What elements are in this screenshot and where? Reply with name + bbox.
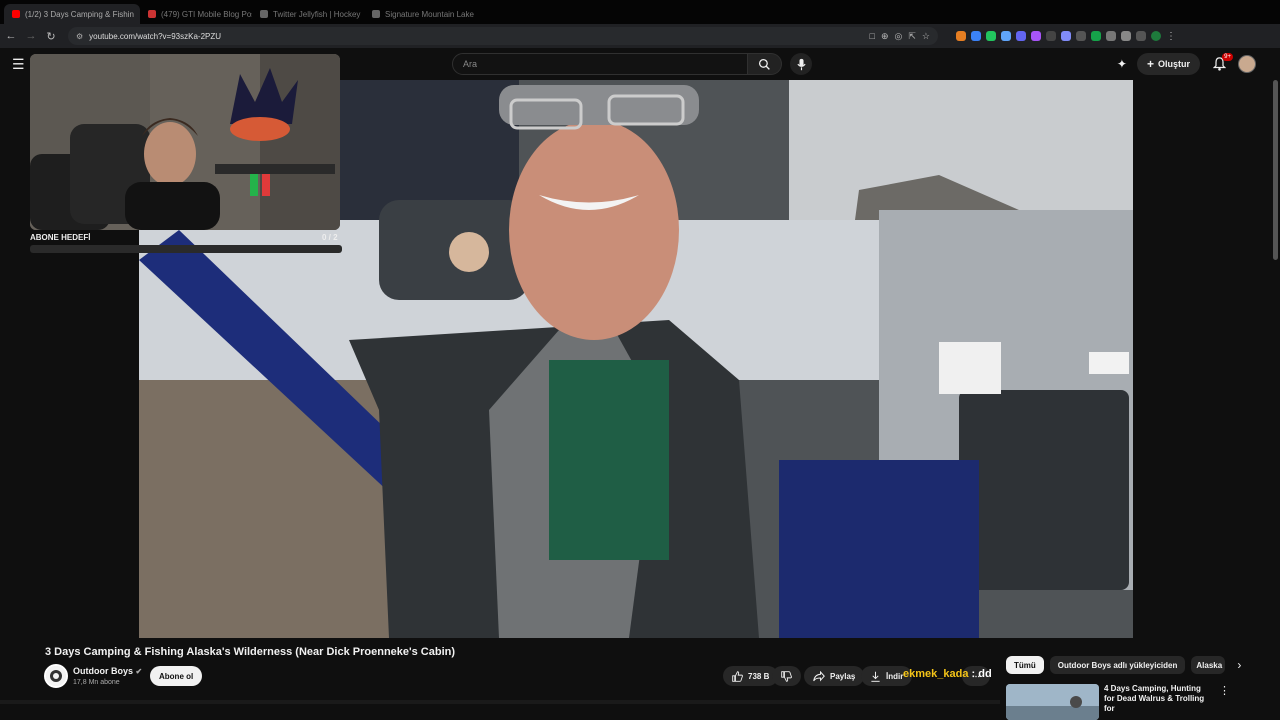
extension-icon[interactable] (1016, 31, 1026, 41)
puzzle-icon[interactable] (1121, 31, 1131, 41)
thumbs-down-icon (781, 670, 792, 682)
account-avatar[interactable] (1238, 55, 1256, 73)
subscribe-button[interactable]: Abone ol (150, 666, 203, 686)
profile-icon[interactable] (1151, 31, 1161, 41)
channel-name[interactable]: Outdoor Boys ✔ (73, 666, 142, 676)
browser-tab[interactable]: (479) GTI Mobile Blog Post (140, 4, 252, 24)
chip-alaska[interactable]: Alaska (1191, 656, 1226, 674)
browser-toolbar: ← → ↻ ⚙ youtube.com/watch?v=93szKa-2PZU … (0, 24, 1280, 48)
channel-logo-icon (46, 666, 66, 686)
youtube-favicon-icon (12, 10, 20, 18)
cast-button-icon[interactable]: ✦ (1117, 57, 1127, 71)
extension-icon[interactable] (1061, 31, 1071, 41)
extension-icon[interactable] (1091, 31, 1101, 41)
browser-menu-icon[interactable]: ⋮ (1166, 31, 1176, 42)
hamburger-menu-icon[interactable]: ☰ (12, 56, 25, 73)
video-title: 3 Days Camping & Fishing Alaska's Wilder… (45, 646, 456, 658)
extension-icon[interactable] (1106, 31, 1116, 41)
subscriber-goal-label: ABONE HEDEFİ (30, 233, 91, 242)
forward-arrow-icon[interactable]: → (22, 27, 40, 45)
browser-tab[interactable]: Signature Mountain Lake (364, 4, 476, 24)
share-arrow-icon (813, 670, 825, 682)
extensions-row: ⋮ (956, 31, 1176, 42)
browser-tab[interactable]: Twitter Jellyfish | Hockey (252, 4, 364, 24)
url-text: youtube.com/watch?v=93szKa-2PZU (89, 31, 222, 41)
channel-avatar[interactable] (44, 664, 68, 688)
extension-icon[interactable] (1031, 31, 1041, 41)
notifications-button[interactable]: 9+ (1210, 53, 1233, 73)
extension-icon[interactable] (986, 31, 996, 41)
browser-tab-active[interactable]: (1/2) 3 Days Camping & Fishin (4, 4, 140, 24)
tab-favicon-icon (260, 10, 268, 18)
verified-check-icon: ✔ (135, 667, 143, 676)
notification-badge: 9+ (1222, 53, 1233, 61)
chip-from-uploader[interactable]: Outdoor Boys adlı yükleyiciden (1049, 656, 1186, 674)
cast-icon[interactable]: □ (870, 31, 875, 41)
chevron-right-icon[interactable]: › (1237, 658, 1241, 672)
download-icon (871, 671, 880, 682)
address-bar[interactable]: ⚙ youtube.com/watch?v=93szKa-2PZU □ ⊕ ◎ … (68, 27, 938, 45)
extension-icon[interactable] (956, 31, 966, 41)
recommendation-more-icon[interactable]: ⋮ (1219, 684, 1230, 697)
bookmark-star-icon[interactable]: ☆ (922, 31, 930, 42)
eye-off-icon[interactable]: ◎ (895, 31, 903, 42)
subscriber-count: 17,8 Mn abone (73, 679, 120, 686)
sidebar-icon[interactable] (1136, 31, 1146, 41)
thumbs-up-icon (732, 670, 743, 682)
microphone-icon (796, 58, 806, 70)
subscriber-goal-count: 0 / 2 (322, 233, 338, 242)
page-scrollbar[interactable] (1273, 80, 1278, 260)
reload-icon[interactable]: ↻ (42, 27, 60, 45)
chat-username: ekmek_kada (903, 668, 969, 680)
share-icon[interactable]: ⇱ (908, 31, 916, 42)
header-actions: ✦ + Oluştur 9+ (1117, 53, 1256, 75)
thumbnail-image (1006, 684, 1099, 720)
browser-tab-strip: (1/2) 3 Days Camping & Fishin (479) GTI … (0, 0, 1280, 24)
search-icon (758, 58, 770, 70)
chip-all[interactable]: Tümü (1006, 656, 1044, 674)
recommendation-thumbnail[interactable] (1006, 684, 1099, 720)
chat-overlay-message: ekmek_kada : dd (903, 668, 992, 680)
create-button[interactable]: + Oluştur (1136, 53, 1200, 75)
search-button[interactable] (748, 53, 782, 75)
plus-icon: + (1146, 57, 1154, 71)
extension-icon[interactable] (1076, 31, 1086, 41)
webcam-overlay (30, 54, 340, 230)
chat-text: : dd (968, 668, 992, 680)
extension-icon[interactable] (971, 31, 981, 41)
extension-icon[interactable] (1001, 31, 1011, 41)
search-input[interactable]: Ara (452, 53, 748, 75)
subscriber-goal-progress-bar (30, 245, 342, 253)
zoom-icon[interactable]: ⊕ (881, 31, 889, 42)
like-button[interactable]: 738 B (723, 666, 779, 686)
extension-icon[interactable] (1046, 31, 1056, 41)
share-button[interactable]: Paylaş (804, 666, 865, 686)
voice-search-button[interactable] (790, 53, 812, 75)
recommendation-chips: Tümü Outdoor Boys adlı yükleyiciden Alas… (1006, 656, 1241, 674)
back-arrow-icon[interactable]: ← (2, 27, 20, 45)
recommendation-title[interactable]: 4 Days Camping, Hunting for Dead Walrus … (1104, 684, 1210, 720)
tab-favicon-icon (372, 10, 380, 18)
tab-favicon-icon (148, 10, 156, 18)
site-info-icon[interactable]: ⚙ (76, 32, 83, 41)
webcam-image (30, 54, 340, 230)
dislike-button[interactable] (772, 666, 801, 686)
horizontal-scrollbar[interactable] (0, 700, 1000, 704)
